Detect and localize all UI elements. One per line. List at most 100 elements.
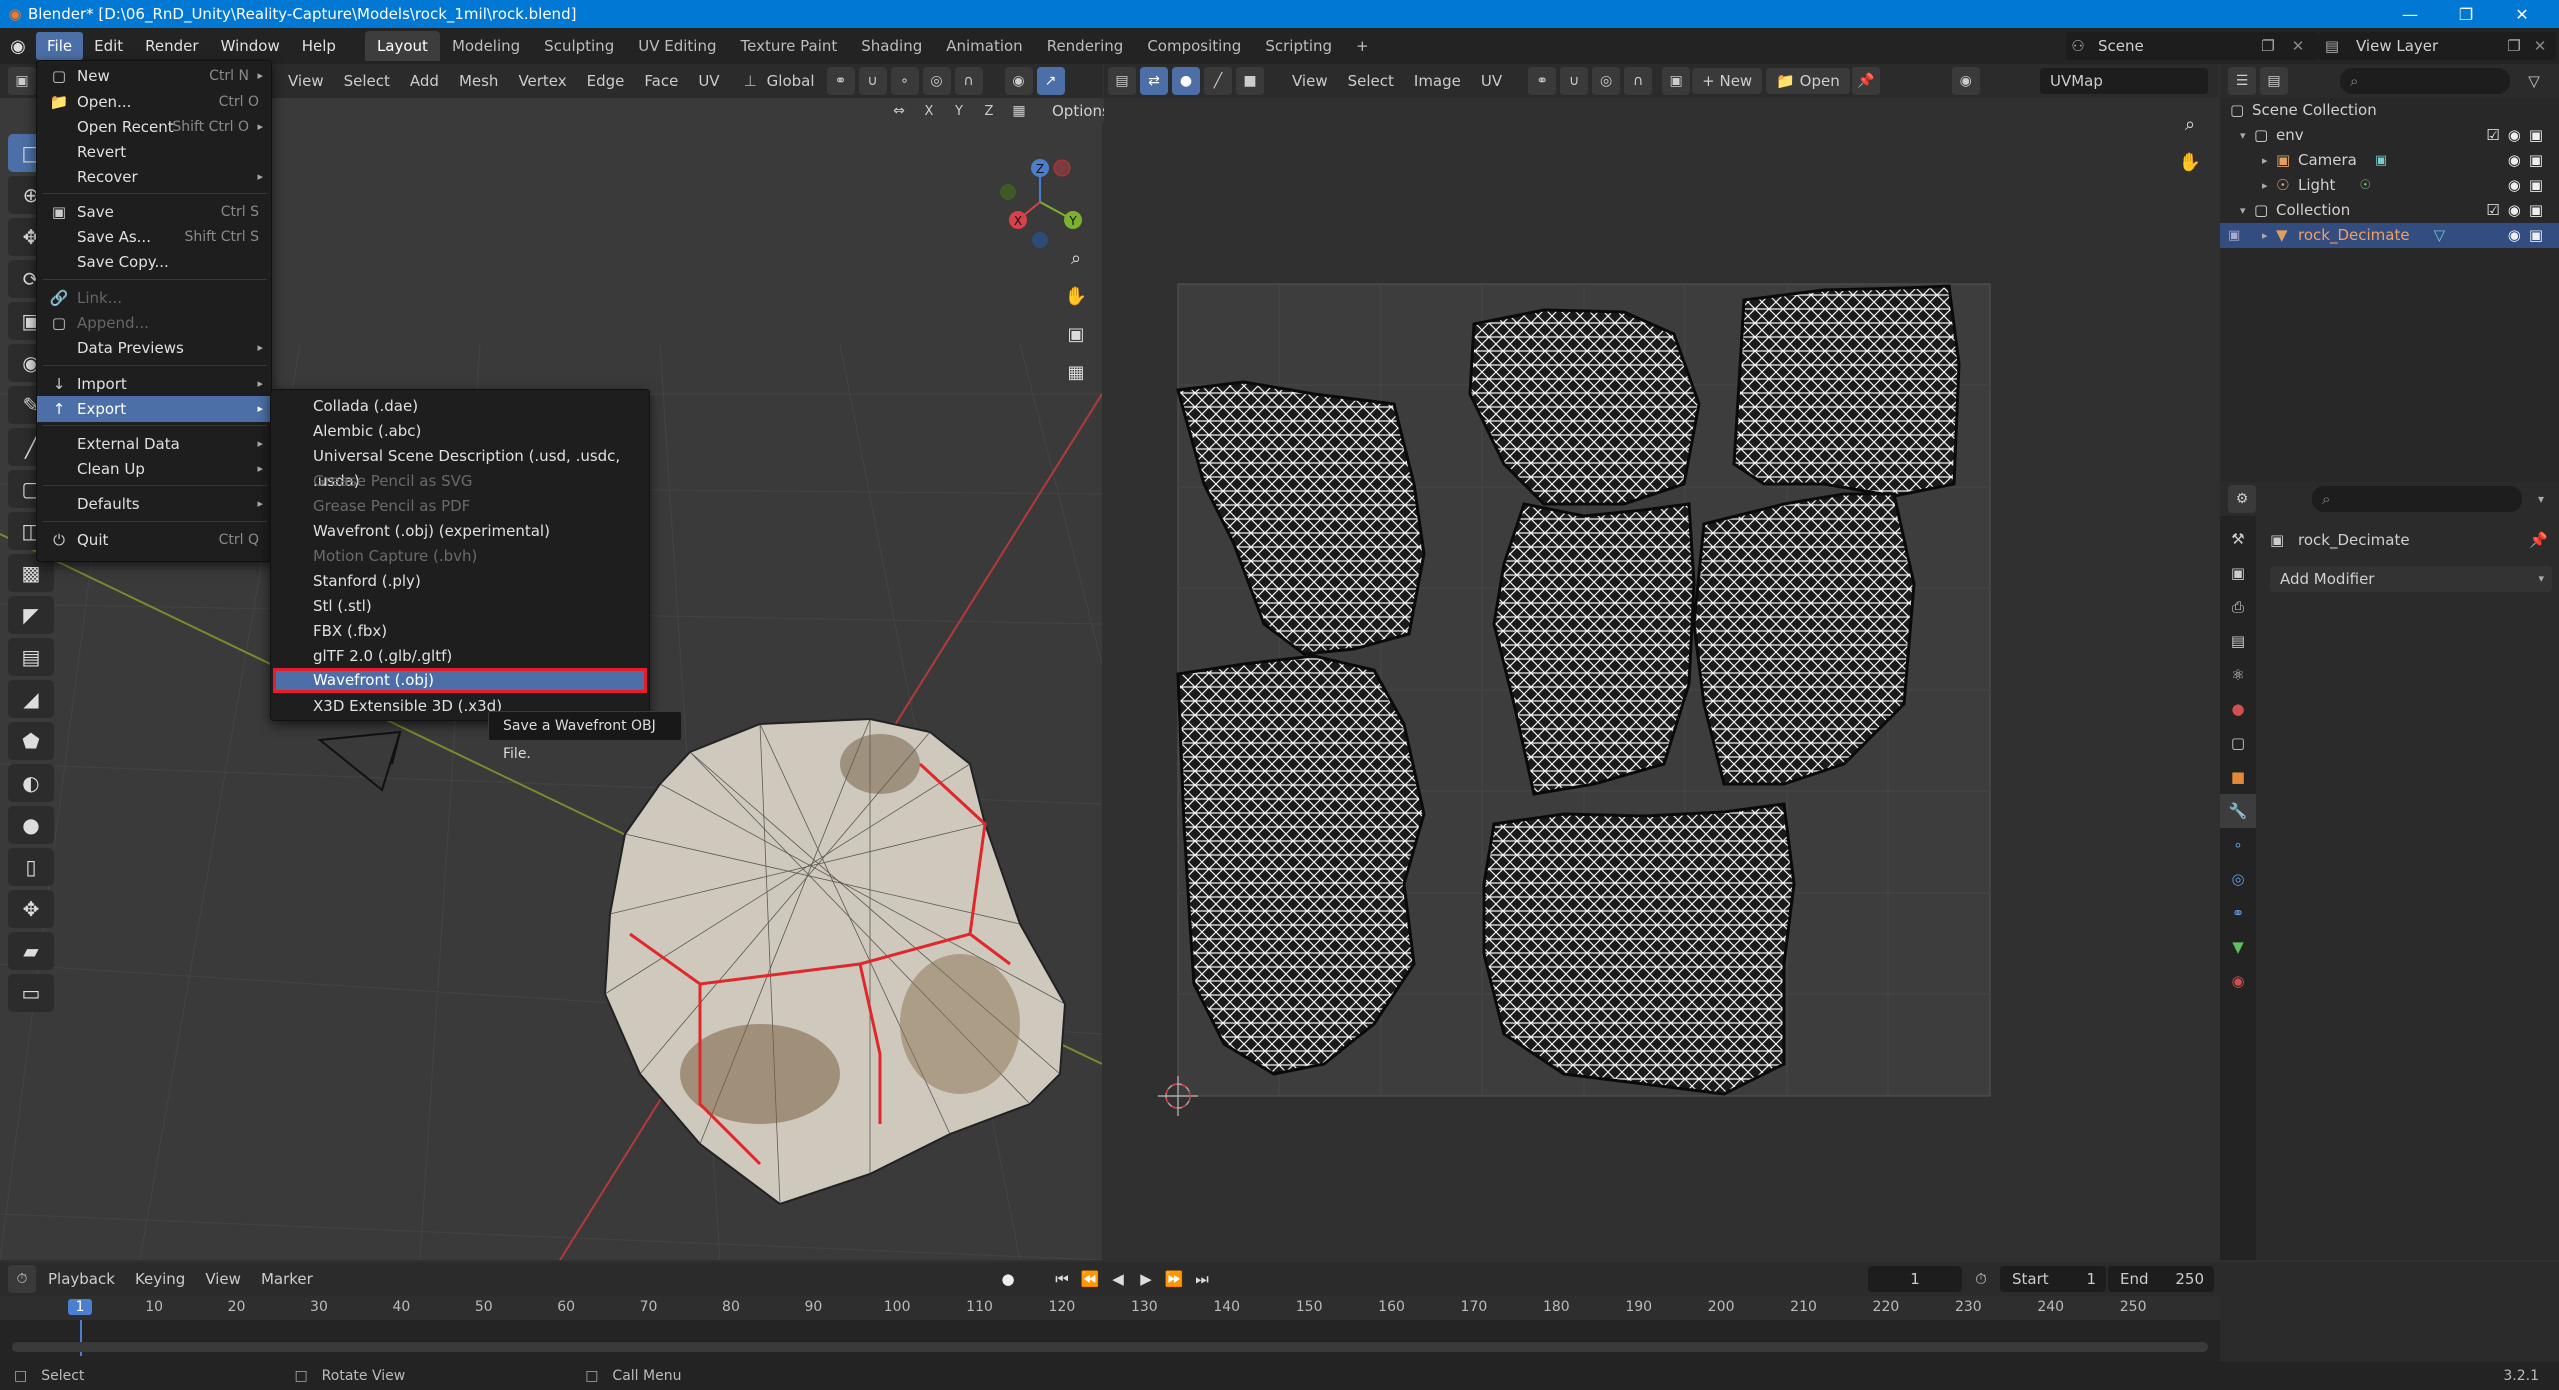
export-gltf[interactable]: glTF 2.0 (.glb/.gltf) — [271, 644, 649, 669]
visibility-icon[interactable]: ◉ — [1004, 67, 1033, 95]
timeline-scrollbar[interactable] — [12, 1342, 2208, 1352]
jump-start-icon[interactable]: ⏮ — [1050, 1266, 1074, 1292]
outliner-search[interactable]: ⌕ — [2340, 68, 2510, 94]
timeline-frames[interactable]: 1 10 20 30 40 50 60 70 80 90 100 110 120 130 140 150 160… — [0, 1296, 2220, 1362]
menu-file[interactable]: File — [36, 32, 84, 60]
tab-texture-paint[interactable]: Texture Paint — [728, 31, 849, 61]
tab-layout[interactable]: Layout — [364, 31, 440, 61]
navigation-gizmo[interactable]: Z Y X — [990, 140, 1100, 300]
transform-orientation-select[interactable]: Global — [757, 66, 825, 96]
viewport-menu-view[interactable]: View — [278, 66, 334, 96]
ortho-toggle-icon[interactable]: ▦ — [1060, 356, 1092, 388]
menu-item-clean-up[interactable]: Clean Up ▸ — [37, 456, 273, 482]
menu-item-open[interactable]: 📁 Open... Ctrl O — [37, 89, 273, 115]
play-icon[interactable]: ▶ — [1134, 1266, 1158, 1292]
outliner-editor-type-icon[interactable]: ☰ — [2228, 67, 2256, 95]
menu-help[interactable]: Help — [291, 32, 347, 60]
add-workspace-button[interactable]: + — [1344, 31, 1381, 61]
camera-data-icon[interactable]: ▣ — [2375, 148, 2387, 173]
data-tab-icon[interactable]: ▼ — [2220, 930, 2256, 964]
object-tab-icon[interactable]: ■ — [2220, 760, 2256, 794]
tab-scripting[interactable]: Scripting — [1253, 31, 1344, 61]
menu-item-external-data[interactable]: External Data ▸ — [37, 431, 273, 457]
snap-target-icon[interactable]: ∘ — [890, 67, 919, 95]
start-frame-field[interactable]: Start 1 — [2000, 1266, 2106, 1292]
new-view-layer-icon[interactable]: ❐ — [2502, 37, 2526, 55]
properties-options-icon[interactable]: ▾ — [2526, 486, 2556, 512]
view-layer-tab-icon[interactable]: ▤ — [2220, 624, 2256, 658]
view-layer-selector[interactable]: ▤ View Layer ❐ ✕ — [2318, 32, 2556, 60]
uv-face-mode-icon[interactable]: ■ — [1236, 67, 1264, 95]
properties-editor-type-icon[interactable]: ⚙ — [2228, 485, 2256, 513]
display-mode-icon[interactable]: ▤ — [2260, 67, 2288, 95]
export-stl[interactable]: Stl (.stl) — [271, 594, 649, 619]
uv-editor-type-icon[interactable]: ▤ — [1108, 67, 1136, 95]
tab-compositing[interactable]: Compositing — [1135, 31, 1253, 61]
menu-item-data-previews[interactable]: Data Previews ▸ — [37, 335, 273, 361]
edge-slide-tool[interactable]: ▯ — [8, 848, 54, 886]
export-alembic[interactable]: Alembic (.abc) — [271, 419, 649, 444]
menu-item-defaults[interactable]: Defaults ▸ — [37, 491, 273, 517]
uv-menu-uv[interactable]: UV — [1471, 66, 1512, 96]
timeline-editor-type-icon[interactable]: ⏱ — [8, 1265, 36, 1293]
shear-tool[interactable]: ▰ — [8, 932, 54, 970]
scene-selector[interactable]: ⚇ Scene ❐ ✕ — [2066, 32, 2318, 60]
expand-icon[interactable]: ▾ — [2240, 123, 2254, 148]
outliner-row[interactable]: ▸ ▣ Camera ▣ ◉▣ — [2220, 148, 2559, 173]
outliner-row[interactable]: ▾ ▢ env ☑◉▣ — [2220, 123, 2559, 148]
blender-menu-icon[interactable]: ◉ — [0, 28, 36, 64]
row-visibility-icons[interactable]: ☑◉▣ — [2486, 123, 2551, 148]
mirror-y-toggle[interactable]: Y — [948, 100, 970, 122]
jump-end-icon[interactable]: ⏭ — [1190, 1266, 1214, 1292]
knife-tool[interactable]: ◢ — [8, 680, 54, 718]
constraints-tab-icon[interactable]: ⚭ — [2220, 896, 2256, 930]
viewport-menu-face[interactable]: Face — [634, 66, 688, 96]
timeline-menu-keying[interactable]: Keying — [125, 1264, 195, 1294]
material-tab-icon[interactable]: ◉ — [2220, 964, 2256, 998]
mesh-data-icon[interactable]: ▽ — [2434, 223, 2446, 248]
row-visibility-icons[interactable]: ◉▣ — [2508, 148, 2551, 173]
pin-icon[interactable]: 📌 — [2529, 531, 2548, 549]
uvmap-field[interactable]: UVMap — [2040, 68, 2208, 94]
export-wavefront-obj[interactable]: Wavefront (.obj) — [273, 668, 647, 693]
gizmo-toggle-icon[interactable]: ↗ — [1036, 67, 1065, 95]
physics-tab-icon[interactable]: ◎ — [2220, 862, 2256, 896]
row-visibility-icons[interactable]: ☑◉▣ — [2486, 198, 2551, 223]
tab-shading[interactable]: Shading — [849, 31, 934, 61]
collection-tab-icon[interactable]: ▢ — [2220, 726, 2256, 760]
menu-item-revert[interactable]: Revert — [37, 139, 273, 165]
menu-item-save-as[interactable]: Save As... Shift Ctrl S — [37, 224, 273, 250]
loop-cut-tool[interactable]: ▤ — [8, 638, 54, 676]
menu-render[interactable]: Render — [134, 32, 209, 60]
snap-icon[interactable]: ∪ — [858, 67, 887, 95]
uv-editor[interactable]: ⌕ ✋ — [1104, 64, 2218, 1260]
world-tab-icon[interactable]: ● — [2220, 692, 2256, 726]
menu-item-import[interactable]: ↓ Import ▸ — [37, 371, 273, 397]
uv-edge-mode-icon[interactable]: ╱ — [1204, 67, 1232, 95]
tab-animation[interactable]: Animation — [934, 31, 1034, 61]
properties-editor[interactable]: ⚙ ⌕ ▾ ⚒ ▣ ⎙ ▤ ⚛ ● ▢ ■ 🔧 ∘ ◎ ⚭ ▼ ◉ ▣ rock… — [2220, 482, 2559, 1260]
tab-sculpting[interactable]: Sculpting — [532, 31, 626, 61]
menu-window[interactable]: Window — [210, 32, 291, 60]
remove-view-layer-icon[interactable]: ✕ — [2528, 37, 2552, 55]
timeline-menu-view[interactable]: View — [195, 1264, 251, 1294]
outliner-row[interactable]: ▾ ▢ Collection ☑◉▣ — [2220, 198, 2559, 223]
proportional-edit-icon[interactable]: ◎ — [922, 67, 951, 95]
pivot-icon[interactable]: ⚭ — [826, 67, 855, 95]
light-data-icon[interactable]: ☉ — [2359, 173, 2371, 198]
properties-search[interactable]: ⌕ — [2312, 486, 2522, 512]
uv-vertex-mode-icon[interactable]: ● — [1172, 67, 1200, 95]
close-button[interactable]: ✕ — [2494, 0, 2550, 28]
menu-item-open-recent[interactable]: Open Recent Shift Ctrl O ▸ — [37, 114, 273, 140]
export-ply[interactable]: Stanford (.ply) — [271, 569, 649, 594]
uv-menu-select[interactable]: Select — [1338, 66, 1404, 96]
menu-item-recover[interactable]: Recover ▸ — [37, 164, 273, 190]
viewport-menu-select[interactable]: Select — [334, 66, 400, 96]
frame-ruler[interactable]: 1 10 20 30 40 50 60 70 80 90 100 110 120 130 140 150 160… — [0, 1296, 2220, 1320]
spin-tool[interactable]: ◐ — [8, 764, 54, 802]
outliner-row-selected[interactable]: ▣ ▸ ▼ rock_Decimate ▽ ◉▣ — [2220, 223, 2559, 248]
row-visibility-icons[interactable]: ◉▣ — [2508, 173, 2551, 198]
menu-item-quit[interactable]: ⏻ Quit Ctrl Q — [37, 527, 273, 553]
menu-edit[interactable]: Edit — [83, 32, 134, 60]
new-scene-icon[interactable]: ❐ — [2256, 37, 2280, 55]
